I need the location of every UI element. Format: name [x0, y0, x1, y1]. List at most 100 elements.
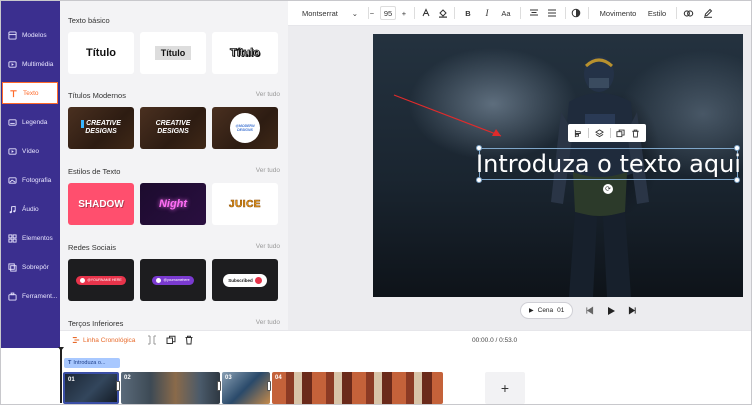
font-family-select[interactable]: Montserrat ⌄ — [298, 4, 362, 22]
tile-text: Título — [86, 47, 116, 59]
style-button[interactable]: Estilo — [644, 4, 670, 22]
bold-button[interactable]: B — [462, 4, 474, 22]
spacing-button[interactable] — [546, 4, 558, 22]
style-tile-night[interactable]: Night — [140, 183, 206, 225]
see-all-styles-link[interactable]: Ver tudo — [256, 167, 280, 174]
playhead[interactable] — [58, 347, 64, 403]
tile-text: CREATIVE — [155, 120, 191, 127]
social-tile-subscribed[interactable]: Subscribed — [212, 259, 278, 301]
section-title-lower-thirds: Terços Inferiores — [68, 319, 124, 328]
subtitle-icon — [8, 118, 17, 126]
sidebar-item-fotografia[interactable]: Fotografia — [2, 169, 58, 191]
style-tile-shadow[interactable]: SHADOW — [68, 183, 134, 225]
tile-text: Título — [230, 47, 261, 60]
text-color-button[interactable] — [420, 4, 432, 22]
resize-handle-bottom-right[interactable] — [734, 177, 740, 183]
sidebar-item-elementos[interactable]: Elementos — [2, 227, 58, 249]
pen-icon — [704, 8, 713, 18]
canvas-text-box[interactable]: Introduza o texto aqui — [476, 148, 741, 180]
timeline-clip-02[interactable]: 02 — [121, 372, 220, 404]
sidebar-item-multimedia[interactable]: Multimédia — [2, 53, 58, 75]
sidebar-item-label: Sobrepôr — [22, 263, 49, 271]
transition-marker[interactable] — [217, 381, 221, 391]
timeline-toggle-button[interactable]: Linha Cronológica — [72, 334, 135, 346]
add-clip-button[interactable]: + — [485, 372, 525, 404]
timeline-panel: Linha Cronológica 00:00.0 / 0:53.0 T Int… — [58, 330, 752, 405]
social-tile-instagram[interactable]: @yournamehere — [140, 259, 206, 301]
rotate-handle[interactable]: ⟳ — [603, 184, 613, 194]
basic-title-tile-3[interactable]: Título — [212, 32, 278, 74]
timeline-clip-01[interactable]: 01 — [63, 372, 119, 404]
divider — [414, 7, 415, 19]
basic-title-tile-1[interactable]: Título — [68, 32, 134, 74]
see-all-modern-link[interactable]: Ver tudo — [256, 91, 280, 98]
style-tile-juice[interactable]: JUICE — [212, 183, 278, 225]
layers-icon[interactable] — [595, 128, 605, 138]
font-size-increase-button[interactable]: + — [398, 4, 410, 22]
split-icon[interactable] — [147, 335, 157, 345]
font-size-input[interactable]: 95 — [380, 6, 396, 20]
divider — [454, 7, 455, 19]
minus-icon: − — [369, 8, 375, 18]
social-tile-tiktok[interactable]: @YOURNAME HERE — [68, 259, 134, 301]
duplicate-icon[interactable] — [616, 129, 626, 138]
timeline-clip-03[interactable]: 03 — [222, 372, 270, 404]
skip-back-icon[interactable] — [585, 306, 594, 315]
section-title-basic: Texto básico — [68, 16, 110, 25]
tile-text: Título — [154, 46, 192, 60]
text-track-icon: T — [68, 360, 72, 366]
scene-selector[interactable]: ▶ Cena 01 — [520, 302, 574, 319]
tile-text: DESIGNS — [85, 128, 117, 135]
movement-button[interactable]: Movimento — [594, 4, 642, 22]
text-track-label: Introduza o... — [73, 360, 106, 366]
delete-icon[interactable] — [631, 129, 640, 138]
audio-icon — [9, 205, 16, 213]
edit-button[interactable] — [701, 4, 715, 22]
trash-icon[interactable] — [184, 335, 194, 345]
divider — [565, 7, 566, 19]
resize-handle-top-right[interactable] — [734, 145, 740, 151]
video-preview[interactable]: Introduza o texto aqui ⟳ — [373, 34, 743, 297]
align-icon[interactable] — [574, 129, 583, 138]
transition-marker[interactable] — [116, 381, 120, 391]
see-all-lower-thirds-link[interactable]: Ver tudo — [256, 319, 280, 326]
sidebar-item-texto[interactable]: Texto — [2, 82, 58, 104]
font-size-decrease-button[interactable]: − — [366, 4, 378, 22]
tile-text: SHADOW — [78, 198, 124, 210]
italic-button[interactable]: I — [481, 4, 493, 22]
style-label: Estilo — [647, 8, 667, 18]
resize-handle-top-left[interactable] — [476, 145, 482, 151]
sidebar-item-modelos[interactable]: Modelos — [2, 24, 58, 46]
sidebar-item-audio[interactable]: Áudio — [2, 198, 58, 220]
link-button[interactable] — [681, 4, 695, 22]
sidebar-item-sobrepor[interactable]: Sobrepôr — [2, 256, 58, 278]
resize-handle-bottom-left[interactable] — [476, 177, 482, 183]
overlay-icon — [8, 262, 17, 272]
sidebar-item-label: Elementos — [22, 234, 53, 242]
photo-icon — [8, 176, 17, 184]
sidebar-item-label: Ferrament... — [22, 292, 58, 300]
text-case-button[interactable]: Aa — [498, 4, 514, 22]
sidebar-item-video[interactable]: Vídeo — [2, 140, 58, 162]
copy-icon[interactable] — [166, 335, 176, 345]
opacity-button[interactable] — [570, 4, 582, 22]
canvas-text[interactable]: Introduza o texto aqui — [476, 150, 741, 178]
text-track-clip[interactable]: T Introduza o... — [64, 358, 120, 368]
see-all-social-link[interactable]: Ver tudo — [256, 243, 280, 250]
play-icon[interactable] — [606, 306, 616, 316]
skip-forward-icon[interactable] — [628, 306, 637, 315]
highlight-color-button[interactable] — [437, 4, 449, 22]
modern-title-tile-1[interactable]: CREATIVE DESIGNS — [68, 107, 134, 149]
text-color-icon — [422, 8, 430, 17]
templates-icon — [8, 30, 17, 40]
basic-title-tile-2[interactable]: Título — [140, 32, 206, 74]
sidebar-item-ferramentas[interactable]: Ferrament... — [2, 285, 58, 307]
sidebar-item-legenda[interactable]: Legenda — [2, 111, 58, 133]
play-small-icon: ▶ — [529, 308, 534, 314]
timeline-clip-04[interactable]: 04 — [272, 372, 443, 404]
modern-title-tile-2[interactable]: CREATIVE DESIGNS — [140, 107, 206, 149]
modern-title-tile-3[interactable]: @MODERN DESIGNS — [212, 107, 278, 149]
bell-icon — [254, 276, 262, 284]
align-button[interactable] — [528, 4, 540, 22]
transition-marker[interactable] — [267, 381, 271, 391]
